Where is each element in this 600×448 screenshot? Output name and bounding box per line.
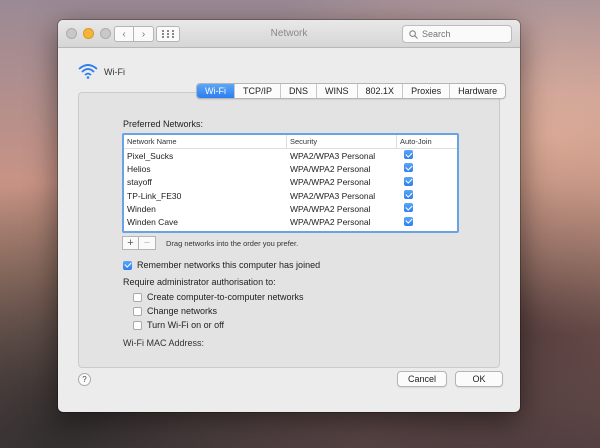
preferred-networks-label: Preferred Networks: [123,119,204,129]
tab-dns[interactable]: DNS [280,84,316,98]
toggle-wifi-label: Turn Wi-Fi on or off [147,320,225,330]
table-row[interactable]: Winden Cave WPA/WPA2 Personal [124,215,457,228]
network-name: Winden Cave [127,217,179,228]
network-security: WPA2/WPA3 Personal [290,150,376,161]
column-header-auto-join[interactable]: Auto-Join [397,135,457,148]
remember-networks-checkbox[interactable] [123,260,132,270]
network-security: WPA/WPA2 Personal [290,163,371,174]
network-name: Helios [127,163,151,174]
search-icon [409,29,418,39]
auto-join-checkbox[interactable] [404,216,413,226]
auto-join-checkbox[interactable] [404,203,413,213]
table-row[interactable]: Winden WPA/WPA2 Personal [124,202,457,215]
auto-join-checkbox[interactable] [404,150,413,160]
tab-hardware[interactable]: Hardware [449,84,505,98]
change-networks-option[interactable]: Change networks [133,306,217,316]
auto-join-checkbox[interactable] [404,190,413,200]
tab-bar: Wi-Fi TCP/IP DNS WINS 802.1X Proxies Har… [196,83,507,99]
tab-wifi[interactable]: Wi-Fi [197,84,234,98]
titlebar: ‹ › Network [58,20,520,48]
add-network-button[interactable]: + [122,236,139,250]
network-name: Pixel_Sucks [127,150,174,161]
require-admin-label: Require administrator authorisation to: [123,277,276,287]
toggle-wifi-checkbox[interactable] [133,320,142,330]
help-button[interactable]: ? [78,373,91,386]
service-name: Wi-Fi [104,66,125,77]
create-networks-option[interactable]: Create computer-to-computer networks [133,292,304,302]
network-security: WPA/WPA2 Personal [290,203,371,214]
drag-hint: Drag networks into the order you prefer. [166,239,299,248]
network-security: WPA/WPA2 Personal [290,177,371,188]
mac-address-label: Wi-Fi MAC Address: [123,338,205,348]
wifi-icon [78,64,98,79]
search-field[interactable] [402,25,512,43]
column-header-network-name[interactable]: Network Name [124,135,287,148]
auto-join-checkbox[interactable] [404,176,413,186]
network-window: ‹ › Network Search Wi-Fi Wi-Fi TCP/IP DN… [58,20,520,412]
change-networks-label: Change networks [147,306,218,316]
search-input[interactable] [422,29,502,39]
network-name: TP-Link_FE30 [127,190,182,201]
column-header-security[interactable]: Security [287,135,397,148]
create-networks-checkbox[interactable] [133,292,142,302]
change-networks-checkbox[interactable] [133,306,142,316]
network-security: WPA/WPA2 Personal [290,217,371,228]
table-header: Network Name Security Auto-Join [124,135,457,149]
ok-button[interactable]: OK [455,371,503,387]
cancel-button[interactable]: Cancel [397,371,447,387]
table-row[interactable]: Pixel_Sucks WPA2/WPA3 Personal [124,149,457,162]
tab-proxies[interactable]: Proxies [402,84,449,98]
table-row[interactable]: Helios WPA/WPA2 Personal [124,162,457,175]
table-row[interactable]: TP-Link_FE30 WPA2/WPA3 Personal [124,189,457,202]
remember-networks-label: Remember networks this computer has join… [137,260,321,270]
list-edit-buttons: + − [122,236,156,250]
service-header: Wi-Fi [78,64,125,79]
toggle-wifi-option[interactable]: Turn Wi-Fi on or off [133,320,224,330]
tab-8021x[interactable]: 802.1X [356,84,403,98]
table-row[interactable]: stayoff WPA/WPA2 Personal [124,176,457,189]
network-name: stayoff [127,177,152,188]
tab-wins[interactable]: WINS [316,84,357,98]
preferred-networks-table[interactable]: Network Name Security Auto-Join Pixel_Su… [122,133,459,233]
create-networks-label: Create computer-to-computer networks [147,292,304,302]
remove-network-button[interactable]: − [139,236,156,250]
network-name: Winden [127,203,156,214]
network-security: WPA2/WPA3 Personal [290,190,376,201]
auto-join-checkbox[interactable] [404,163,413,173]
remember-networks-option[interactable]: Remember networks this computer has join… [123,260,320,270]
tab-tcpip[interactable]: TCP/IP [234,84,280,98]
